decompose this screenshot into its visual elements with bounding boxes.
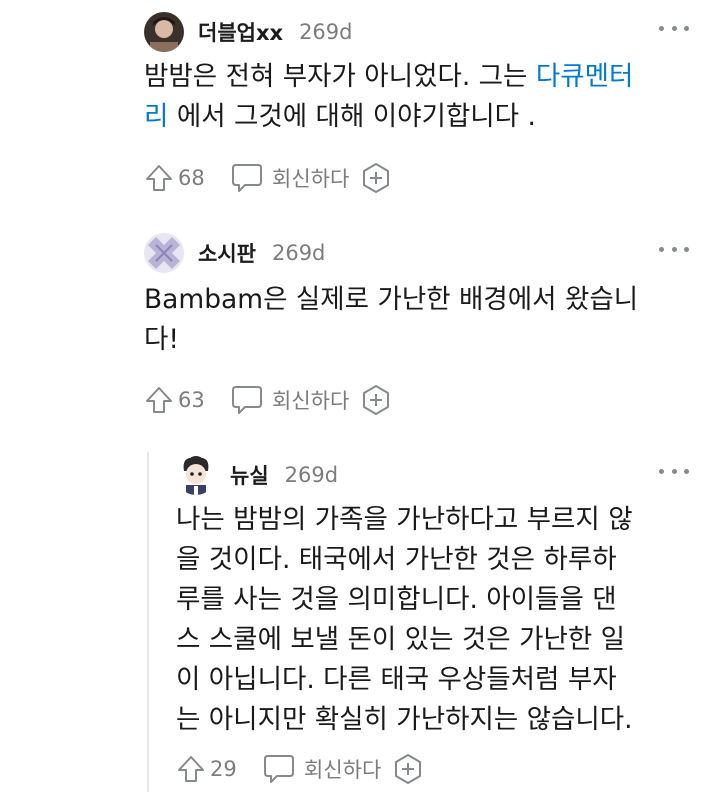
speech-bubble-icon [264,755,294,783]
upvote-arrow-icon[interactable] [144,163,174,193]
comment-text-line: Bambam은 실제로 가난한 배경에서 왔습니 [144,284,639,315]
add-award-icon[interactable] [359,383,393,417]
more-options-icon[interactable] [659,466,689,476]
add-award-icon[interactable] [391,752,425,786]
comment-text-line: 리 에서 그것에 대해 이야기합니다 . [144,101,536,132]
reply-button[interactable]: 회신하다 [262,753,381,785]
upvote-count: 68 [178,166,205,190]
comment-body: 나는 밤밤의 가족을 가난하다고 부르지 않 을 것이다. 태국에서 가난한 것… [176,500,706,740]
comment-text-line: 다! [144,324,180,355]
comment-text-line: 스 스쿨에 보낼 돈이 있는 것은 가난한 일 [176,624,626,655]
comment-actions: 68 회신하다 [144,158,393,198]
upvote-count: 29 [210,757,237,781]
comment-body: Bambam은 실제로 가난한 배경에서 왔습니 다! [144,280,704,360]
username[interactable]: 더블업xx [198,17,283,47]
documentary-link-cont[interactable]: 리 [144,101,168,132]
comment-age: 269d [299,20,353,44]
comment-header: 더블업xx 269d [144,12,352,52]
comment-body: 밤밤은 전혀 부자가 아니었다. 그는 다큐멘터 리 에서 그것에 대해 이야기… [144,57,704,137]
reply-label: 회신하다 [304,758,382,782]
add-award-icon[interactable] [359,161,393,195]
comment-age: 269d [284,463,339,487]
upvote-arrow-icon[interactable] [144,385,174,415]
user-avatar[interactable] [144,12,184,52]
more-options-icon[interactable] [659,23,689,33]
reply-button[interactable]: 회신하다 [230,384,349,416]
comment-text-line: 나는 밤밤의 가족을 가난하다고 부르지 않 [176,504,633,535]
comment-header: 뉴실 269d [176,455,338,495]
comment-text-line: 루를 사는 것을 의미합니다. 아이들을 댄 [176,584,617,615]
comment-text-line: 는 아니지만 확실히 가난하지는 않습니다. [176,704,633,735]
username[interactable]: 뉴실 [230,460,269,490]
more-options-icon[interactable] [659,244,689,254]
comment-text-line: 밤밤은 전혀 부자가 아니었다. 그는 다큐멘터 [144,61,634,92]
documentary-link[interactable]: 다큐멘터 [536,61,634,92]
comment-text-line: 을 것이다. 태국에서 가난한 것은 하루하 [176,544,617,575]
comment-actions: 29 회신하다 [176,749,425,789]
speech-bubble-icon [232,386,262,414]
comment-text-line: 이 아닙니다. 다른 태국 우상들처럼 부자 [176,664,617,695]
speech-bubble-icon [232,164,262,192]
upvote-count: 63 [178,388,205,412]
username[interactable]: 소시판 [198,238,256,268]
user-avatar[interactable] [176,455,216,495]
thread-line[interactable] [147,452,149,792]
reply-button[interactable]: 회신하다 [230,162,349,194]
comment-age: 269d [271,241,326,265]
comment-header: 소시판 269d [144,233,325,273]
reply-label: 회신하다 [272,167,350,191]
comment-actions: 63 회신하다 [144,380,393,420]
reply-label: 회신하다 [272,389,350,413]
user-avatar[interactable] [144,233,184,273]
upvote-arrow-icon[interactable] [176,754,206,784]
